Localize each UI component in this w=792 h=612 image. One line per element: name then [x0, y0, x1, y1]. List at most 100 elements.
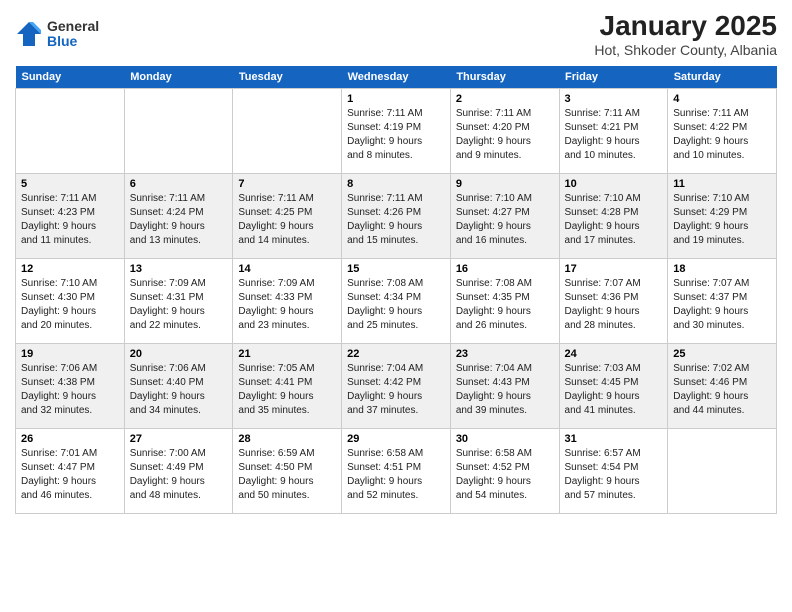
weekday-header-friday: Friday: [559, 66, 668, 89]
day-content: Sunrise: 7:02 AMSunset: 4:46 PMDaylight:…: [673, 362, 771, 418]
day-content: Sunrise: 7:03 AMSunset: 4:45 PMDaylight:…: [565, 362, 663, 418]
day-content: Sunrise: 6:58 AMSunset: 4:51 PMDaylight:…: [347, 447, 445, 503]
calendar-cell: 4 Sunrise: 7:11 AMSunset: 4:22 PMDaylight…: [668, 89, 777, 174]
day-content: Sunrise: 7:06 AMSunset: 4:38 PMDaylight:…: [21, 362, 119, 418]
day-number: 27: [130, 433, 228, 445]
logo-text: General Blue: [47, 19, 99, 50]
day-number: 28: [238, 433, 336, 445]
day-number: 1: [347, 93, 445, 105]
day-number: 20: [130, 348, 228, 360]
calendar-cell: 18Sunrise: 7:07 AMSunset: 4:37 PMDayligh…: [668, 259, 777, 344]
day-number: 5: [21, 178, 119, 190]
day-content: Sunrise: 6:59 AMSunset: 4:50 PMDaylight:…: [238, 447, 336, 503]
day-number: 26: [21, 433, 119, 445]
calendar-week-row: 1 Sunrise: 7:11 AMSunset: 4:19 PMDaylight…: [16, 89, 777, 174]
logo-general-text: General: [47, 19, 99, 34]
day-number: 14: [238, 263, 336, 275]
day-number: 16: [456, 263, 554, 275]
day-number: 17: [565, 263, 663, 275]
weekday-header-sunday: Sunday: [16, 66, 125, 89]
day-content: Sunrise: 7:11 AMSunset: 4:25 PMDaylight:…: [238, 192, 336, 248]
calendar-cell: 26 Sunrise: 7:01 AMSunset: 4:47 PMDayligh…: [16, 429, 125, 514]
day-content: Sunrise: 7:07 AMSunset: 4:36 PMDaylight:…: [565, 277, 663, 333]
calendar-header: SundayMondayTuesdayWednesdayThursdayFrid…: [16, 66, 777, 89]
day-content: Sunrise: 7:07 AMSunset: 4:37 PMDaylight:…: [673, 277, 771, 333]
weekday-header-thursday: Thursday: [450, 66, 559, 89]
day-number: 8: [347, 178, 445, 190]
calendar-cell: 25Sunrise: 7:02 AMSunset: 4:46 PMDayligh…: [668, 344, 777, 429]
calendar-table: SundayMondayTuesdayWednesdayThursdayFrid…: [15, 66, 777, 514]
calendar-cell: 27 Sunrise: 7:00 AMSunset: 4:49 PMDayligh…: [124, 429, 233, 514]
day-content: Sunrise: 7:05 AMSunset: 4:41 PMDaylight:…: [238, 362, 336, 418]
day-number: 31: [565, 433, 663, 445]
day-content: Sunrise: 7:11 AMSunset: 4:24 PMDaylight:…: [130, 192, 228, 248]
calendar-week-row: 5Sunrise: 7:11 AMSunset: 4:23 PMDaylight…: [16, 174, 777, 259]
day-content: Sunrise: 7:01 AMSunset: 4:47 PMDaylight:…: [21, 447, 119, 503]
day-number: 9: [456, 178, 554, 190]
location-title: Hot, Shkoder County, Albania: [594, 42, 777, 58]
day-content: Sunrise: 7:11 AMSunset: 4:22 PMDaylight:…: [673, 107, 771, 163]
calendar-cell: [233, 89, 342, 174]
calendar-cell: 13Sunrise: 7:09 AMSunset: 4:31 PMDayligh…: [124, 259, 233, 344]
day-number: 21: [238, 348, 336, 360]
header: General Blue January 2025 Hot, Shkoder C…: [15, 10, 777, 58]
calendar-cell: 31Sunrise: 6:57 AMSunset: 4:54 PMDayligh…: [559, 429, 668, 514]
title-block: January 2025 Hot, Shkoder County, Albani…: [594, 10, 777, 58]
calendar-cell: 10Sunrise: 7:10 AMSunset: 4:28 PMDayligh…: [559, 174, 668, 259]
day-number: 12: [21, 263, 119, 275]
day-content: Sunrise: 7:10 AMSunset: 4:27 PMDaylight:…: [456, 192, 554, 248]
day-content: Sunrise: 6:58 AMSunset: 4:52 PMDaylight:…: [456, 447, 554, 503]
day-content: Sunrise: 7:09 AMSunset: 4:31 PMDaylight:…: [130, 277, 228, 333]
day-number: 6: [130, 178, 228, 190]
calendar-cell: [16, 89, 125, 174]
calendar-cell: 17 Sunrise: 7:07 AMSunset: 4:36 PMDayligh…: [559, 259, 668, 344]
calendar-cell: 20Sunrise: 7:06 AMSunset: 4:40 PMDayligh…: [124, 344, 233, 429]
logo-icon: [15, 20, 43, 48]
day-number: 11: [673, 178, 771, 190]
weekday-header-row: SundayMondayTuesdayWednesdayThursdayFrid…: [16, 66, 777, 89]
calendar-cell: 24 Sunrise: 7:03 AMSunset: 4:45 PMDayligh…: [559, 344, 668, 429]
day-content: Sunrise: 7:04 AMSunset: 4:43 PMDaylight:…: [456, 362, 554, 418]
calendar-cell: 1 Sunrise: 7:11 AMSunset: 4:19 PMDaylight…: [342, 89, 451, 174]
day-content: Sunrise: 7:11 AMSunset: 4:21 PMDaylight:…: [565, 107, 663, 163]
month-title: January 2025: [594, 10, 777, 42]
calendar-cell: [668, 429, 777, 514]
day-content: Sunrise: 7:11 AMSunset: 4:26 PMDaylight:…: [347, 192, 445, 248]
calendar-cell: [124, 89, 233, 174]
page: General Blue January 2025 Hot, Shkoder C…: [0, 0, 792, 529]
day-content: Sunrise: 7:10 AMSunset: 4:30 PMDaylight:…: [21, 277, 119, 333]
day-content: Sunrise: 7:00 AMSunset: 4:49 PMDaylight:…: [130, 447, 228, 503]
calendar-cell: 12 Sunrise: 7:10 AMSunset: 4:30 PMDayligh…: [16, 259, 125, 344]
day-number: 22: [347, 348, 445, 360]
weekday-header-saturday: Saturday: [668, 66, 777, 89]
day-content: Sunrise: 7:08 AMSunset: 4:35 PMDaylight:…: [456, 277, 554, 333]
day-number: 7: [238, 178, 336, 190]
day-content: Sunrise: 7:08 AMSunset: 4:34 PMDaylight:…: [347, 277, 445, 333]
day-number: 29: [347, 433, 445, 445]
calendar-cell: 21 Sunrise: 7:05 AMSunset: 4:41 PMDayligh…: [233, 344, 342, 429]
day-number: 10: [565, 178, 663, 190]
calendar-body: 1 Sunrise: 7:11 AMSunset: 4:19 PMDaylight…: [16, 89, 777, 514]
day-number: 30: [456, 433, 554, 445]
calendar-cell: 23 Sunrise: 7:04 AMSunset: 4:43 PMDayligh…: [450, 344, 559, 429]
calendar-cell: 30 Sunrise: 6:58 AMSunset: 4:52 PMDayligh…: [450, 429, 559, 514]
calendar-cell: 29 Sunrise: 6:58 AMSunset: 4:51 PMDayligh…: [342, 429, 451, 514]
calendar-cell: 7 Sunrise: 7:11 AMSunset: 4:25 PMDaylight…: [233, 174, 342, 259]
day-content: Sunrise: 7:11 AMSunset: 4:20 PMDaylight:…: [456, 107, 554, 163]
weekday-header-monday: Monday: [124, 66, 233, 89]
calendar-cell: 16 Sunrise: 7:08 AMSunset: 4:35 PMDayligh…: [450, 259, 559, 344]
logo-blue-text: Blue: [47, 34, 99, 49]
calendar-cell: 9 Sunrise: 7:10 AMSunset: 4:27 PMDaylight…: [450, 174, 559, 259]
calendar-cell: 15Sunrise: 7:08 AMSunset: 4:34 PMDayligh…: [342, 259, 451, 344]
calendar-cell: 28 Sunrise: 6:59 AMSunset: 4:50 PMDayligh…: [233, 429, 342, 514]
calendar-cell: 11Sunrise: 7:10 AMSunset: 4:29 PMDayligh…: [668, 174, 777, 259]
calendar-week-row: 19 Sunrise: 7:06 AMSunset: 4:38 PMDayligh…: [16, 344, 777, 429]
day-number: 2: [456, 93, 554, 105]
day-number: 4: [673, 93, 771, 105]
day-content: Sunrise: 7:11 AMSunset: 4:19 PMDaylight:…: [347, 107, 445, 163]
day-number: 19: [21, 348, 119, 360]
day-number: 23: [456, 348, 554, 360]
weekday-header-tuesday: Tuesday: [233, 66, 342, 89]
day-number: 24: [565, 348, 663, 360]
calendar-cell: 19 Sunrise: 7:06 AMSunset: 4:38 PMDayligh…: [16, 344, 125, 429]
